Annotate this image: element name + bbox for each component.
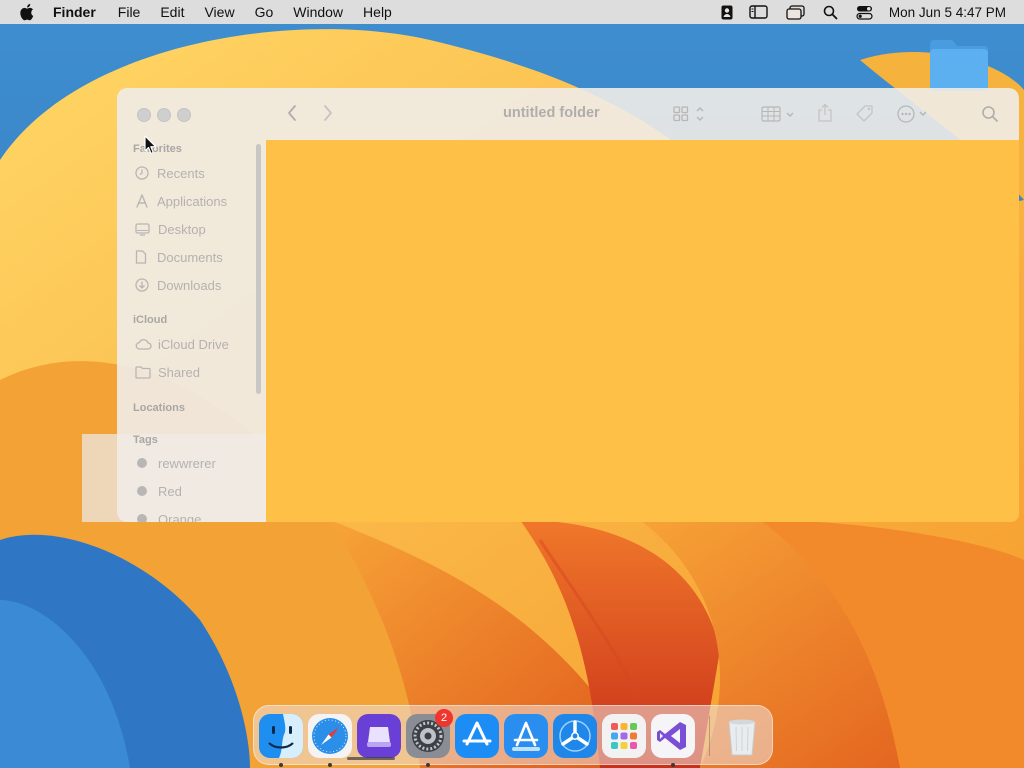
tag-color-dot: [137, 458, 147, 468]
download-icon: [135, 278, 149, 292]
zoom-window-button[interactable]: [177, 108, 191, 122]
trash-icon: [728, 719, 756, 756]
running-indicator: [279, 763, 283, 767]
dock-app-xcode-tool[interactable]: [504, 714, 548, 758]
dock-app-finder[interactable]: [259, 714, 303, 758]
share-icon[interactable]: [817, 103, 833, 123]
menu-bar: Finder File Edit View Go Window Help Mon…: [0, 0, 1024, 24]
sidebar-scrollbar[interactable]: [256, 144, 261, 394]
sidebar-toggle-icon[interactable]: [749, 5, 768, 19]
search-icon[interactable]: [981, 105, 999, 123]
tag-color-dot: [137, 486, 147, 496]
group-by-icon[interactable]: [760, 105, 800, 123]
dock-app-visual-studio[interactable]: [651, 714, 695, 758]
control-center-icon[interactable]: [856, 5, 873, 20]
finder-face-icon: [259, 714, 303, 758]
dock-app-app-store[interactable]: [455, 714, 499, 758]
sidebar-tag-item[interactable]: Orange: [135, 509, 201, 522]
dock-trash[interactable]: [720, 714, 764, 758]
spotlight-search-icon[interactable]: [823, 5, 838, 20]
app-store-icon: [455, 714, 499, 758]
dock-app-safari[interactable]: [308, 714, 352, 758]
close-window-button[interactable]: [137, 108, 151, 122]
notification-badge: 2: [435, 709, 453, 727]
more-actions-icon[interactable]: [896, 104, 932, 124]
icon-view-grid-icon[interactable]: [672, 105, 706, 123]
minimize-window-button[interactable]: [157, 108, 171, 122]
launchpad-grid-icon: [602, 714, 646, 758]
sidebar-heading-locations: Locations: [133, 402, 185, 414]
menu-file[interactable]: File: [118, 0, 141, 24]
window-title: untitled folder: [503, 105, 600, 121]
tag-icon[interactable]: [855, 104, 875, 124]
back-chevron-icon[interactable]: [286, 104, 298, 122]
sidebar-item-shared[interactable]: Shared: [135, 362, 200, 382]
applications-icon: [136, 194, 148, 208]
clock-icon: [135, 166, 149, 180]
sidebar-item-label: Downloads: [157, 277, 222, 293]
menu-help[interactable]: Help: [363, 0, 392, 24]
mouse-pointer-icon: [144, 135, 157, 155]
finder-sidebar: Favorites Recents Applications Desktop D…: [117, 88, 266, 522]
forward-chevron-icon[interactable]: [322, 104, 334, 122]
menu-edit[interactable]: Edit: [160, 0, 184, 24]
testflight-propeller-icon: [553, 714, 597, 758]
dock-app-launchpad[interactable]: [602, 714, 646, 758]
running-indicator: [671, 763, 675, 767]
sidebar-item-label: Recents: [157, 165, 205, 181]
sidebar-item-recents[interactable]: Recents: [135, 163, 205, 183]
desktop-icon: [135, 222, 150, 236]
safari-compass-icon: [308, 714, 352, 758]
sidebar-item-label: Desktop: [158, 221, 206, 237]
sidebar-heading-icloud: iCloud: [133, 314, 168, 326]
running-indicator: [426, 763, 430, 767]
menu-go[interactable]: Go: [255, 0, 274, 24]
dock: 2: [253, 705, 773, 767]
sidebar-item-downloads[interactable]: Downloads: [135, 275, 221, 295]
windows-icon[interactable]: [786, 4, 805, 20]
developer-tool-icon: [504, 714, 548, 758]
menu-app-name[interactable]: Finder: [53, 0, 96, 24]
configurator-icon: [357, 714, 401, 758]
sidebar-item-label: iCloud Drive: [158, 336, 229, 352]
running-indicator: [328, 763, 332, 767]
sidebar-item-desktop[interactable]: Desktop: [135, 219, 206, 239]
dock-app-testflight[interactable]: [553, 714, 597, 758]
desktop-folder-icon[interactable]: [928, 40, 990, 92]
tag-color-dot: [137, 514, 147, 522]
finder-window: Favorites Recents Applications Desktop D…: [117, 88, 1019, 522]
sidebar-tag-item[interactable]: Red: [135, 481, 182, 501]
sidebar-item-label: Documents: [157, 249, 223, 265]
dock-separator: [709, 716, 710, 756]
cloud-icon: [135, 339, 152, 350]
sidebar-heading-tags: Tags: [133, 434, 158, 446]
menu-view[interactable]: View: [204, 0, 234, 24]
sidebar-item-applications[interactable]: Applications: [135, 191, 227, 211]
apple-menu-icon[interactable]: [19, 3, 35, 21]
sidebar-item-label: Red: [158, 483, 182, 499]
sidebar-item-label: rewwrerer: [158, 455, 216, 471]
sidebar-item-label: Shared: [158, 364, 200, 380]
menubar-clock[interactable]: Mon Jun 5 4:47 PM: [889, 5, 1006, 20]
dock-app-configurator[interactable]: [357, 714, 401, 758]
launchpad-running-bar: [347, 757, 395, 760]
visual-studio-icon: [651, 714, 695, 758]
sidebar-item-icloud-drive[interactable]: iCloud Drive: [135, 334, 229, 354]
document-icon: [135, 250, 147, 264]
finder-toolbar: untitled folder: [266, 88, 1019, 140]
shared-folder-icon: [135, 365, 151, 379]
menu-window[interactable]: Window: [293, 0, 343, 24]
sidebar-item-label: Orange: [158, 511, 202, 523]
sidebar-tag-item[interactable]: rewwrerer: [135, 453, 216, 473]
sidebar-item-documents[interactable]: Documents: [135, 247, 223, 267]
contacts-card-icon[interactable]: [721, 5, 733, 20]
sidebar-item-label: Applications: [157, 193, 228, 209]
